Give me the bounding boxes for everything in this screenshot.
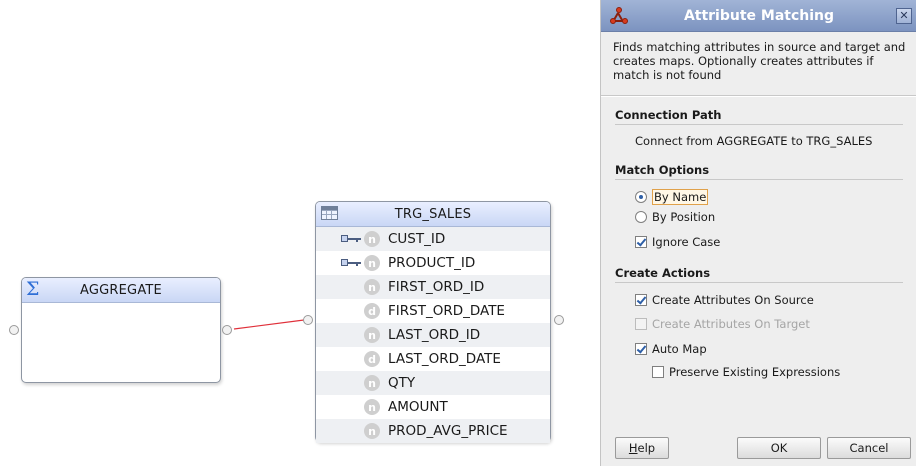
- cancel-button-label: Cancel: [849, 441, 889, 455]
- auto-map-label: Auto Map: [652, 342, 707, 356]
- mapping-canvas[interactable]: Σ AGGREGATE TRG_SALES n CUST_ID n PRODUCT_I…: [0, 0, 600, 466]
- attribute-name: QTY: [388, 375, 416, 391]
- attribute-row[interactable]: d FIRST_ORD_DATE: [316, 299, 550, 323]
- by-position-label: By Position: [652, 210, 716, 224]
- aggregate-node[interactable]: Σ AGGREGATE: [21, 277, 221, 383]
- number-type-icon: n: [364, 231, 380, 247]
- attribute-name: LAST_ORD_DATE: [388, 351, 501, 367]
- by-position-radio[interactable]: [635, 211, 647, 223]
- trg-sales-header[interactable]: TRG_SALES: [316, 202, 550, 227]
- aggregate-output-port[interactable]: [222, 325, 232, 335]
- ok-button[interactable]: OK: [737, 437, 821, 459]
- help-button[interactable]: Help: [615, 437, 669, 459]
- create-on-source-option[interactable]: Create Attributes On Source: [635, 293, 814, 307]
- dialog-titlebar[interactable]: Attribute Matching ✕: [601, 0, 916, 32]
- attribute-row[interactable]: n CUST_ID: [316, 227, 550, 251]
- attribute-name: FIRST_ORD_DATE: [388, 303, 505, 319]
- help-button-label: elp: [637, 441, 656, 455]
- sigma-icon: Σ: [26, 278, 40, 300]
- trg-sales-output-port[interactable]: [554, 315, 564, 325]
- preserve-expressions-option[interactable]: Preserve Existing Expressions: [652, 365, 840, 379]
- create-on-target-label: Create Attributes On Target: [652, 317, 810, 331]
- attribute-name: CUST_ID: [388, 231, 446, 247]
- attribute-name: LAST_ORD_ID: [388, 327, 481, 343]
- aggregate-input-port[interactable]: [9, 325, 19, 335]
- attribute-name: FIRST_ORD_ID: [388, 279, 485, 295]
- attribute-row[interactable]: n QTY: [316, 371, 550, 395]
- create-on-target-option: Create Attributes On Target: [635, 317, 810, 331]
- number-type-icon: n: [364, 399, 380, 415]
- attribute-row[interactable]: n PROD_AVG_PRICE: [316, 419, 550, 443]
- preserve-expressions-label: Preserve Existing Expressions: [669, 365, 841, 379]
- ignore-case-checkbox[interactable]: [635, 236, 647, 248]
- attribute-row[interactable]: n PRODUCT_ID: [316, 251, 550, 275]
- attribute-name: PRODUCT_ID: [388, 255, 476, 271]
- match-options-heading: Match Options: [615, 163, 710, 177]
- number-type-icon: n: [364, 423, 380, 439]
- close-icon[interactable]: ✕: [896, 8, 912, 24]
- number-type-icon: n: [364, 279, 380, 295]
- create-actions-divider: [615, 282, 903, 283]
- attribute-row[interactable]: d LAST_ORD_DATE: [316, 347, 550, 371]
- ignore-case-option[interactable]: Ignore Case: [635, 235, 720, 249]
- create-actions-heading: Create Actions: [615, 266, 711, 280]
- auto-map-checkbox[interactable]: [635, 343, 647, 355]
- attribute-row[interactable]: n FIRST_ORD_ID: [316, 275, 550, 299]
- by-name-radio[interactable]: [635, 191, 647, 203]
- cancel-button[interactable]: Cancel: [827, 437, 911, 459]
- connection-path-text: Connect from AGGREGATE to TRG_SALES: [635, 134, 873, 148]
- trg-sales-input-port[interactable]: [303, 315, 313, 325]
- table-icon: [321, 206, 338, 220]
- date-type-icon: d: [364, 303, 380, 319]
- connection-path-divider: [615, 124, 903, 125]
- create-on-target-checkbox: [635, 318, 647, 330]
- attribute-row[interactable]: n AMOUNT: [316, 395, 550, 419]
- key-icon: [341, 235, 361, 243]
- match-options-divider: [615, 179, 903, 180]
- header-separator: [601, 95, 916, 97]
- by-position-option[interactable]: By Position: [635, 210, 715, 224]
- by-name-label: By Name: [652, 189, 709, 205]
- preserve-expressions-checkbox[interactable]: [652, 366, 664, 378]
- attribute-name: PROD_AVG_PRICE: [388, 423, 508, 439]
- attribute-matching-dialog: Attribute Matching ✕ Finds matching attr…: [600, 0, 916, 466]
- number-type-icon: n: [364, 375, 380, 391]
- date-type-icon: d: [364, 351, 380, 367]
- number-type-icon: n: [364, 255, 380, 271]
- ignore-case-label: Ignore Case: [652, 235, 721, 249]
- aggregate-header[interactable]: Σ AGGREGATE: [22, 278, 220, 303]
- create-on-source-label: Create Attributes On Source: [652, 293, 814, 307]
- ok-button-label: OK: [770, 441, 788, 455]
- help-button-mnemonic: H: [628, 441, 638, 455]
- by-name-option[interactable]: By Name: [635, 189, 709, 205]
- trg-sales-title: TRG_SALES: [394, 206, 472, 222]
- dialog-title: Attribute Matching: [683, 8, 835, 24]
- attribute-name: AMOUNT: [388, 399, 448, 415]
- aggregate-title: AGGREGATE: [80, 282, 162, 298]
- number-type-icon: n: [364, 327, 380, 343]
- attribute-list: n CUST_ID n PRODUCT_ID n FIRST_ORD_ID d FIRST_O…: [316, 227, 550, 443]
- dialog-description: Finds matching attributes in source and …: [613, 40, 906, 82]
- connection-path-heading: Connection Path: [615, 108, 722, 122]
- create-on-source-checkbox[interactable]: [635, 294, 647, 306]
- attribute-row[interactable]: n LAST_ORD_ID: [316, 323, 550, 347]
- key-icon: [341, 259, 361, 267]
- auto-map-option[interactable]: Auto Map: [635, 342, 707, 356]
- trg-sales-node[interactable]: TRG_SALES n CUST_ID n PRODUCT_ID n FIRST_ORD_…: [315, 201, 551, 443]
